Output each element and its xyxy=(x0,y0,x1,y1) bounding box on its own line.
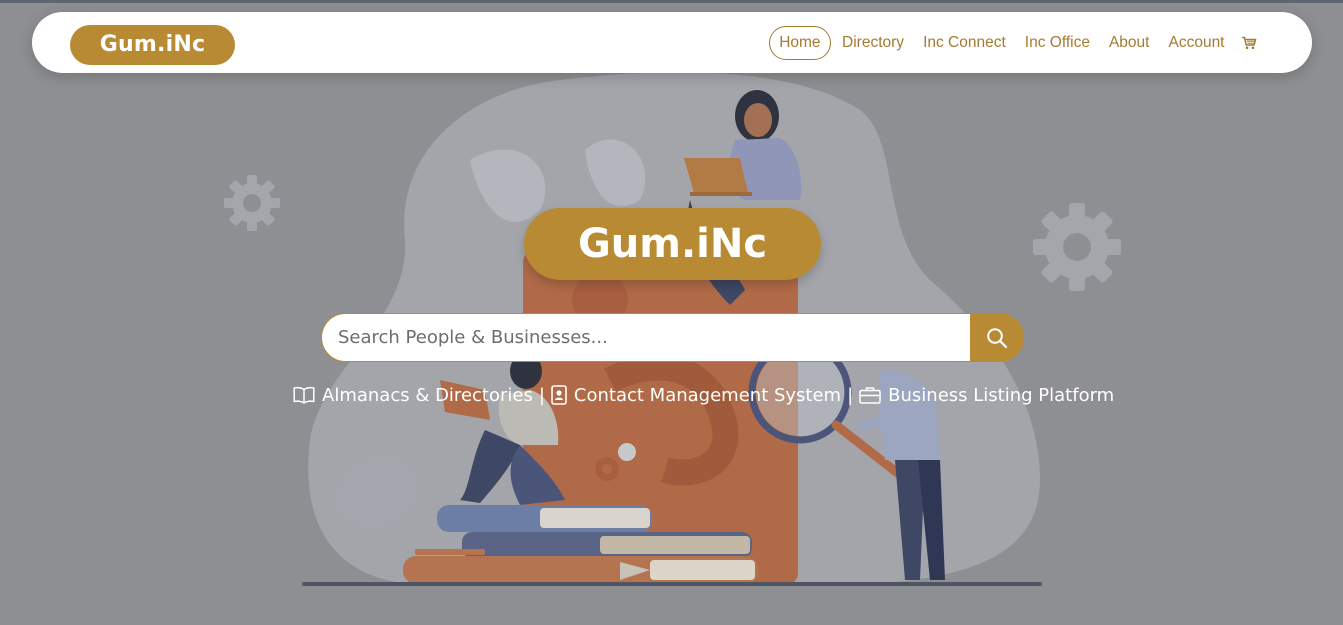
contact-card-icon xyxy=(551,385,567,405)
feature-label: Almanacs & Directories xyxy=(322,384,533,406)
feature-almanacs: Almanacs & Directories xyxy=(293,385,533,406)
open-book-icon xyxy=(293,386,315,404)
separator: | xyxy=(538,384,545,406)
nav-item-inc-connect[interactable]: Inc Connect xyxy=(914,26,1016,60)
nav-links: Home Directory Inc Connect Inc Office Ab… xyxy=(769,26,1264,60)
nav-item-about[interactable]: About xyxy=(1099,26,1159,60)
feature-label: Contact Management System xyxy=(573,384,842,406)
feature-label: Business Listing Platform xyxy=(888,384,1115,406)
hero-logo: Gum.iNc xyxy=(524,208,821,280)
search-icon xyxy=(987,327,1008,348)
gear-left-icon xyxy=(224,175,280,231)
feature-strip: Almanacs & Directories | Contact Managem… xyxy=(293,381,1114,409)
nav-item-home[interactable]: Home xyxy=(769,26,831,60)
nav-item-directory[interactable]: Directory xyxy=(833,26,914,60)
search-bar xyxy=(321,313,1024,362)
separator: | xyxy=(847,384,854,406)
feature-business-listing: Business Listing Platform xyxy=(859,385,1114,406)
search-input[interactable] xyxy=(321,313,970,362)
nav-item-account[interactable]: Account xyxy=(1159,26,1234,60)
search-button[interactable] xyxy=(970,313,1024,362)
feature-contacts: Contact Management System xyxy=(551,385,841,406)
briefcase-icon xyxy=(859,387,881,404)
nav-logo[interactable]: Gum.iNc xyxy=(70,25,235,65)
top-navbar: Gum.iNc Home Directory Inc Connect Inc O… xyxy=(32,12,1312,73)
shopping-cart-icon[interactable] xyxy=(1234,26,1264,60)
gear-right-icon xyxy=(1033,203,1121,291)
nav-item-inc-office[interactable]: Inc Office xyxy=(1015,26,1099,60)
